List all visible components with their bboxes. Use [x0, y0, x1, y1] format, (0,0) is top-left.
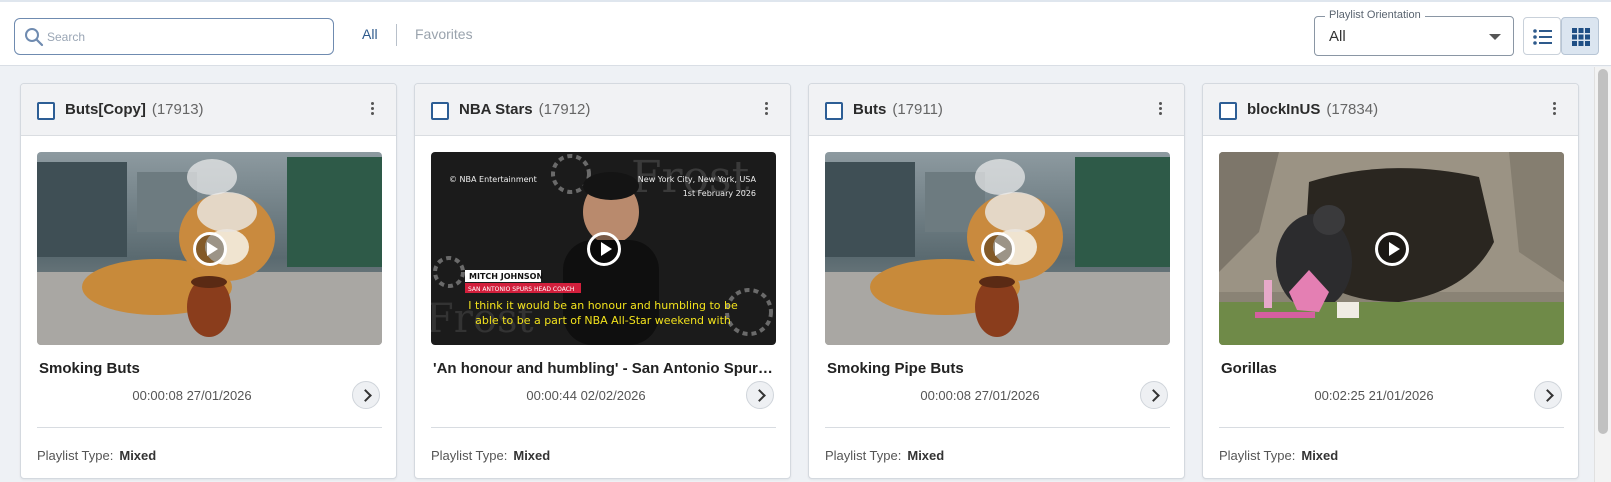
list-view-button[interactable]: [1523, 17, 1561, 55]
playlist-type-value: Mixed: [513, 448, 551, 463]
playlist-type-label: Playlist Type:: [825, 448, 902, 463]
grid-view-button[interactable]: [1561, 17, 1599, 55]
playlist-id: (17912): [538, 101, 591, 118]
playlist-name: Buts: [853, 101, 887, 118]
select-checkbox[interactable]: [825, 102, 843, 120]
card-header: blockInUS (17834): [1203, 84, 1578, 136]
overlay-caption-2: able to be a part of NBA All-Star weeken…: [475, 314, 731, 327]
video-thumbnail[interactable]: [1219, 152, 1564, 345]
list-view-icon: [1533, 29, 1552, 45]
video-title: 'An honour and humbling' - San Antonio S…: [433, 360, 778, 377]
chevron-right-button[interactable]: [746, 381, 774, 409]
playlist-type-value: Mixed: [907, 448, 945, 463]
video-duration-date: 00:00:08 27/01/2026: [132, 388, 252, 403]
toolbar: All Favorites Playlist Orientation All: [0, 0, 1611, 66]
video-duration-date: 00:00:08 27/01/2026: [920, 388, 1040, 403]
play-icon[interactable]: [587, 232, 621, 266]
select-checkbox[interactable]: [431, 102, 449, 120]
playlist-card[interactable]: NBA Stars (17912) Frost Frost © NBA Enter…: [414, 83, 791, 479]
overlay-name: MITCH JOHNSON: [469, 272, 543, 281]
overlay-caption-1: I think it would be an honour and humbli…: [468, 299, 738, 312]
play-icon[interactable]: [981, 232, 1015, 266]
chevron-right-button[interactable]: [352, 381, 380, 409]
divider: [431, 427, 776, 428]
playlist-name: Buts[Copy]: [65, 101, 146, 118]
chevron-right-button[interactable]: [1140, 381, 1168, 409]
video-duration-date: 00:02:25 21/01/2026: [1314, 388, 1434, 403]
video-title: Gorillas: [1221, 360, 1277, 377]
search-input[interactable]: [47, 27, 327, 47]
more-options-icon[interactable]: [1150, 100, 1170, 120]
video-title: Smoking Pipe Buts: [827, 360, 964, 377]
overlay-location: New York City, New York, USA: [638, 175, 757, 184]
tab-all[interactable]: All: [362, 26, 378, 42]
chevron-right-button[interactable]: [1534, 381, 1562, 409]
playlist-orientation-label: Playlist Orientation: [1325, 9, 1425, 21]
video-thumbnail[interactable]: Frost Frost © NBA Entertainment New York…: [431, 152, 776, 345]
playlist-type: Playlist Type: Mixed: [37, 448, 156, 463]
more-options-icon[interactable]: [362, 100, 382, 120]
playlist-type: Playlist Type: Mixed: [431, 448, 550, 463]
playlist-type-value: Mixed: [119, 448, 157, 463]
divider: [1219, 427, 1564, 428]
playlist-orientation-value: All: [1329, 28, 1346, 45]
playlist-type-label: Playlist Type:: [37, 448, 114, 463]
playlist-title: blockInUS (17834): [1247, 101, 1378, 118]
video-title: Smoking Buts: [39, 360, 140, 377]
tab-favorites[interactable]: Favorites: [415, 26, 473, 42]
card-header: Buts (17911): [809, 84, 1184, 136]
playlist-card[interactable]: Buts[Copy] (17913) Smoking Buts 00:00:08…: [20, 83, 397, 479]
playlist-name: blockInUS: [1247, 101, 1321, 118]
playlist-id: (17913): [151, 101, 204, 118]
overlay-date: 1st February 2026: [683, 189, 756, 198]
select-checkbox[interactable]: [1219, 102, 1237, 120]
more-options-icon[interactable]: [756, 100, 776, 120]
search-box[interactable]: [14, 18, 334, 55]
playlist-type: Playlist Type: Mixed: [825, 448, 944, 463]
playlist-type: Playlist Type: Mixed: [1219, 448, 1338, 463]
video-thumbnail[interactable]: [825, 152, 1170, 345]
playlist-type-value: Mixed: [1301, 448, 1339, 463]
card-header: Buts[Copy] (17913): [21, 84, 396, 136]
playlist-type-label: Playlist Type:: [1219, 448, 1296, 463]
play-icon[interactable]: [1375, 232, 1409, 266]
more-options-icon[interactable]: [1544, 100, 1564, 120]
search-icon: [25, 28, 44, 47]
scrollbar-thumb[interactable]: [1598, 69, 1608, 434]
playlist-type-label: Playlist Type:: [431, 448, 508, 463]
overlay-brand: © NBA Entertainment: [449, 175, 537, 184]
playlist-id: (17911): [892, 101, 943, 118]
playlist-orientation-select[interactable]: Playlist Orientation All: [1314, 9, 1514, 56]
playlist-title: NBA Stars (17912): [459, 101, 590, 118]
overlay-role: SAN ANTONIO SPURS HEAD COACH: [468, 286, 574, 293]
playlist-card[interactable]: Buts (17911) Smoking Pipe Buts 00:00:08 …: [808, 83, 1185, 479]
card-header: NBA Stars (17912): [415, 84, 790, 136]
playlist-name: NBA Stars: [459, 101, 533, 118]
grid-view-icon: [1572, 28, 1590, 46]
playlist-title: Buts (17911): [853, 101, 943, 118]
divider: [825, 427, 1170, 428]
vertical-scrollbar[interactable]: [1594, 67, 1611, 482]
video-thumbnail[interactable]: [37, 152, 382, 345]
select-checkbox[interactable]: [37, 102, 55, 120]
playlist-title: Buts[Copy] (17913): [65, 101, 204, 118]
divider: [37, 427, 382, 428]
video-duration-date: 00:00:44 02/02/2026: [526, 388, 646, 403]
play-icon[interactable]: [193, 232, 227, 266]
tab-divider: [396, 24, 397, 46]
playlist-grid: Buts[Copy] (17913) Smoking Buts 00:00:08…: [5, 67, 1611, 482]
playlist-id: (17834): [1326, 101, 1379, 118]
chevron-down-icon: [1489, 34, 1501, 40]
playlist-card[interactable]: blockInUS (17834) Gorillas 00:02:25 21/01…: [1202, 83, 1579, 479]
